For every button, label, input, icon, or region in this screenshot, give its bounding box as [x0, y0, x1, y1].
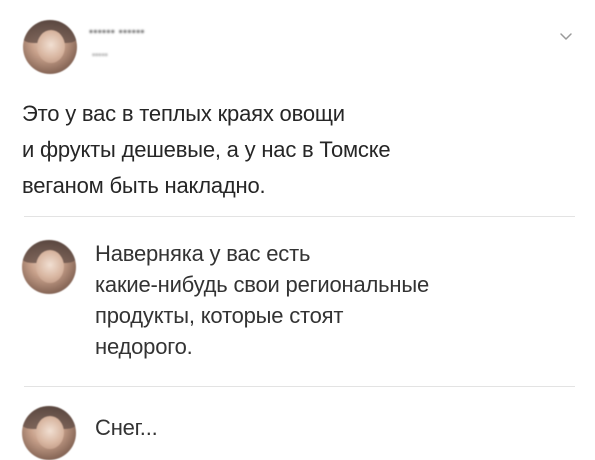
avatar-face: [35, 249, 64, 284]
avatar-face: [35, 415, 64, 450]
divider: [24, 386, 575, 387]
post-author-name[interactable]: •••••• ••••••: [89, 26, 145, 38]
reply-text: Снег...: [95, 415, 158, 440]
chevron-down-icon[interactable]: [557, 28, 575, 46]
avatar-face: [36, 29, 65, 64]
reply-author-avatar[interactable]: [22, 406, 76, 460]
reply-item: Снег...: [0, 394, 595, 460]
reply-item: Наверняка у вас есть какие-нибудь свои р…: [0, 226, 595, 386]
reply-author-avatar[interactable]: [22, 240, 76, 294]
original-post: •••••• •••••• ••••• Это у вас в теплых к…: [0, 0, 595, 212]
divider: [24, 216, 575, 217]
reply-text: Наверняка у вас есть какие-нибудь свои р…: [95, 241, 430, 359]
post-author-subline: •••••: [92, 50, 108, 60]
post-text: Это у вас в теплых краях овощи и фрукты …: [22, 101, 391, 198]
post-author-avatar[interactable]: [23, 20, 77, 74]
